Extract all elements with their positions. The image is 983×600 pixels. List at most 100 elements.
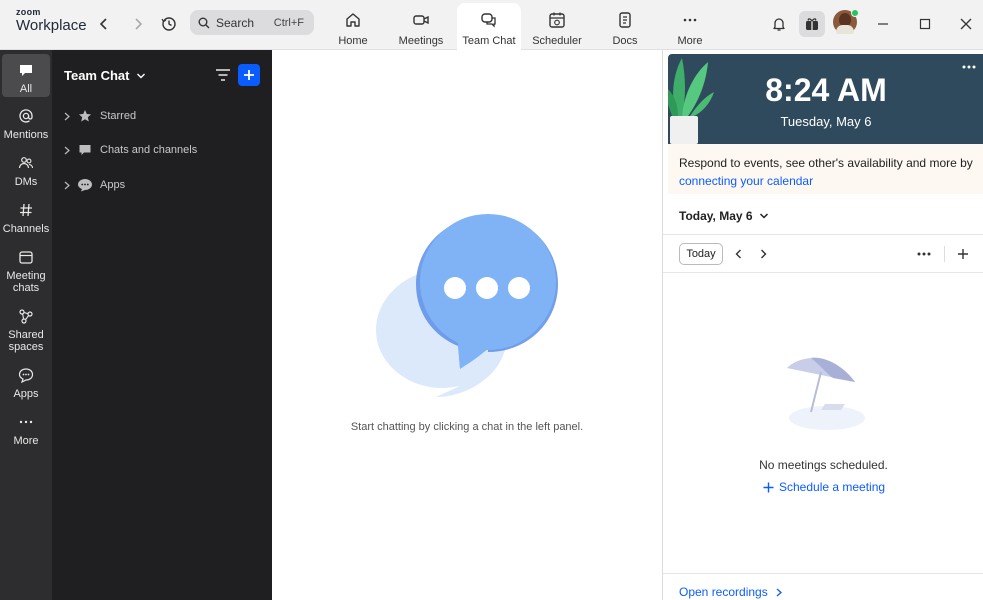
user-avatar[interactable] bbox=[833, 9, 859, 34]
no-meetings-text: No meetings scheduled. bbox=[759, 458, 888, 472]
connect-text: Respond to events, see other's availabil… bbox=[679, 156, 973, 170]
zoom-workplace-logo: zoom Workplace bbox=[16, 7, 87, 34]
close-button[interactable] bbox=[953, 11, 979, 37]
rail-item-channels[interactable]: Channels bbox=[0, 200, 52, 235]
tab-docs[interactable]: Docs bbox=[593, 3, 657, 50]
tree-item-chats-and-channels-label: Chats and channels bbox=[100, 144, 198, 156]
calendar-panel: 8:24 AM Tuesday, May 6 Respond to events… bbox=[662, 50, 983, 600]
previous-day-button[interactable] bbox=[729, 245, 747, 263]
maximize-button[interactable] bbox=[912, 11, 938, 37]
rail-item-channels-label: Channels bbox=[2, 223, 50, 235]
schedule-meeting-link[interactable]: Schedule a meeting bbox=[763, 480, 885, 494]
tree-item-chats-and-channels[interactable]: Chats and channels bbox=[62, 140, 197, 160]
tab-meetings-label: Meetings bbox=[398, 35, 444, 47]
rail-item-meeting-chats[interactable]: Meeting chats bbox=[0, 247, 52, 294]
divider bbox=[663, 272, 983, 273]
rail-item-mentions[interactable]: Mentions bbox=[0, 106, 52, 141]
forward-button[interactable] bbox=[126, 12, 150, 36]
rail-item-shared-spaces-label-2: spaces bbox=[8, 341, 44, 353]
history-button[interactable] bbox=[157, 12, 181, 36]
notifications-button[interactable] bbox=[766, 11, 792, 37]
next-day-button[interactable] bbox=[754, 245, 772, 263]
rail-item-shared-spaces-label-1: Shared bbox=[8, 329, 44, 341]
chat-content-area: Start chatting by clicking a chat in the… bbox=[272, 50, 662, 600]
rail-item-more[interactable]: More bbox=[0, 412, 52, 447]
tab-home-label: Home bbox=[338, 35, 368, 47]
chevron-down-icon bbox=[759, 213, 768, 219]
people-icon bbox=[18, 157, 34, 169]
tab-meetings[interactable]: Meetings bbox=[389, 3, 453, 50]
rail-item-apps-label: Apps bbox=[13, 388, 39, 400]
chevron-left-icon bbox=[99, 18, 107, 30]
filter-icon bbox=[216, 69, 230, 81]
tab-scheduler-label: Scheduler bbox=[532, 35, 582, 47]
left-rail: All Mentions DMs Channels Meeting chats … bbox=[0, 50, 52, 600]
more-icon bbox=[962, 65, 976, 69]
clock-time: 8:24 AM bbox=[765, 72, 887, 108]
maximize-icon bbox=[919, 18, 931, 30]
bell-icon bbox=[773, 18, 785, 31]
tab-more[interactable]: More bbox=[658, 3, 722, 50]
close-icon bbox=[960, 18, 972, 30]
tab-team-chat-label: Team Chat bbox=[462, 35, 516, 47]
rail-item-dms[interactable]: DMs bbox=[0, 153, 52, 188]
connect-calendar-banner: Respond to events, see other's availabil… bbox=[668, 144, 983, 194]
clock-card: 8:24 AM Tuesday, May 6 bbox=[668, 54, 983, 144]
schedule-meeting-label: Schedule a meeting bbox=[779, 480, 886, 494]
clock-more-button[interactable] bbox=[960, 60, 978, 74]
search-icon bbox=[198, 17, 210, 28]
filter-button[interactable] bbox=[212, 65, 234, 85]
add-event-button[interactable] bbox=[954, 245, 972, 263]
apps-icon bbox=[78, 179, 92, 192]
plus-icon bbox=[958, 249, 968, 259]
more-icon bbox=[19, 420, 33, 424]
rail-item-all[interactable]: All bbox=[2, 54, 50, 97]
tab-home[interactable]: Home bbox=[321, 3, 385, 50]
open-recordings-link[interactable]: Open recordings bbox=[679, 585, 782, 599]
chevron-right-icon bbox=[776, 588, 782, 596]
search-box[interactable]: Search Ctrl+F bbox=[190, 10, 314, 35]
rail-item-dms-label: DMs bbox=[14, 176, 38, 188]
more-icon bbox=[917, 252, 931, 256]
tree-item-apps-label: Apps bbox=[100, 179, 126, 191]
new-chat-button[interactable] bbox=[238, 64, 260, 86]
tab-team-chat[interactable]: Team Chat bbox=[457, 3, 521, 50]
today-button[interactable]: Today bbox=[679, 243, 723, 265]
minimize-button[interactable] bbox=[870, 11, 896, 37]
hash-icon bbox=[20, 203, 32, 217]
logo-brand-top: zoom bbox=[16, 7, 41, 17]
clock-date: Tuesday, May 6 bbox=[780, 114, 872, 129]
chevron-right-icon bbox=[64, 146, 70, 154]
whats-new-button[interactable] bbox=[799, 11, 825, 37]
rail-item-more-label: More bbox=[13, 435, 39, 447]
tab-more-label: More bbox=[677, 35, 703, 47]
gift-icon bbox=[806, 18, 818, 30]
chat-bubble-icon bbox=[20, 65, 32, 76]
scheduler-icon bbox=[549, 12, 565, 28]
presence-dot bbox=[851, 9, 859, 17]
date-picker-dropdown[interactable]: Today, May 6 bbox=[679, 209, 769, 223]
beach-umbrella-illustration bbox=[787, 357, 865, 430]
chat-icon bbox=[481, 13, 496, 28]
team-chat-panel: Team Chat Starred Chats and channels App… bbox=[52, 50, 272, 600]
tab-docs-label: Docs bbox=[612, 35, 638, 47]
doc-icon bbox=[619, 12, 631, 28]
rail-item-apps[interactable]: Apps bbox=[0, 365, 52, 400]
rail-item-meeting-chats-label-1: Meeting bbox=[6, 270, 46, 282]
apps-icon bbox=[18, 368, 34, 383]
history-icon bbox=[161, 17, 176, 31]
tree-item-starred[interactable]: Starred bbox=[62, 106, 136, 126]
rail-item-shared-spaces[interactable]: Shared spaces bbox=[0, 306, 52, 353]
plus-icon bbox=[244, 70, 254, 80]
tab-scheduler[interactable]: Scheduler bbox=[525, 3, 589, 50]
tree-item-apps[interactable]: Apps bbox=[62, 175, 125, 195]
chevron-right-icon bbox=[64, 112, 70, 120]
empty-state-hint: Start chatting by clicking a chat in the… bbox=[350, 421, 584, 433]
at-icon bbox=[19, 109, 33, 123]
calendar-icon bbox=[19, 251, 33, 264]
connect-calendar-link[interactable]: connecting your calendar bbox=[679, 174, 813, 188]
calendar-more-button[interactable] bbox=[914, 245, 934, 263]
team-chat-dropdown[interactable]: Team Chat bbox=[64, 68, 146, 83]
back-button[interactable] bbox=[92, 12, 116, 36]
chevron-right-icon bbox=[64, 181, 70, 189]
